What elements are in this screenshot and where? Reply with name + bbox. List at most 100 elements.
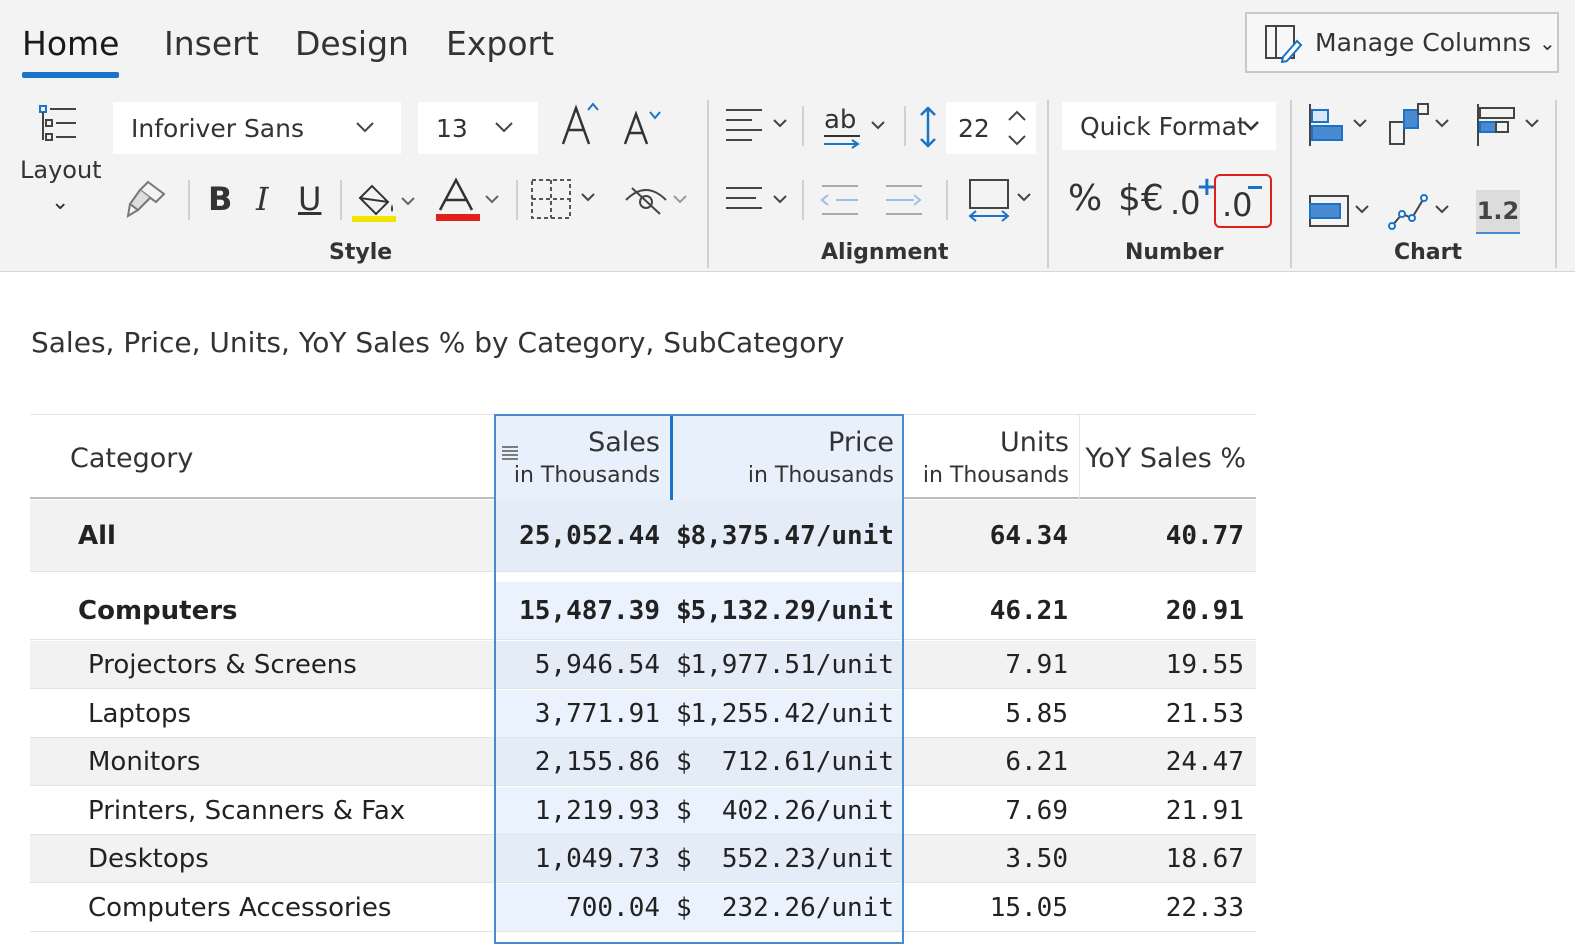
tab-export[interactable]: Export <box>446 24 554 63</box>
bar-in-cell-icon[interactable] <box>1306 188 1374 234</box>
yoy-sales-value[interactable]: 21.91 <box>1080 787 1256 834</box>
borders-icon[interactable] <box>528 176 602 222</box>
table-row[interactable]: Desktops 1,049.73 $552.23/unit 3.50 18.67 <box>30 835 1256 883</box>
sales-value[interactable]: 2,155.86 <box>494 738 670 785</box>
row-label[interactable]: All <box>78 500 494 571</box>
sales-value[interactable]: 3,771.91 <box>494 690 670 737</box>
row-label[interactable]: Printers, Scanners & Fax <box>88 787 494 834</box>
data-label-button[interactable]: 1.2 <box>1476 190 1520 234</box>
increase-decimal-button[interactable]: .0 + <box>1170 172 1218 222</box>
row-label[interactable]: Computers Accessories <box>88 884 494 931</box>
table-row[interactable]: Printers, Scanners & Fax 1,219.93 $402.26/… <box>30 787 1256 835</box>
header-sales[interactable]: Sales in Thousands <box>494 415 670 500</box>
header-category[interactable]: Category <box>30 415 494 500</box>
row-label[interactable]: Computers <box>78 582 494 639</box>
price-currency[interactable]: $ <box>676 787 706 834</box>
row-label[interactable]: Desktops <box>88 835 494 882</box>
horizontal-align-icon[interactable] <box>722 104 794 146</box>
row-label[interactable]: Laptops <box>88 690 494 737</box>
font-size-select[interactable]: 13 <box>418 102 538 154</box>
increase-indent-icon[interactable] <box>882 180 928 220</box>
price-value[interactable]: 232.26/unit <box>706 884 904 931</box>
font-color-icon[interactable] <box>434 176 506 224</box>
italic-icon[interactable]: I <box>256 180 269 218</box>
units-value[interactable]: 7.91 <box>904 641 1080 688</box>
tab-insert[interactable]: Insert <box>164 24 259 63</box>
table-row[interactable]: Monitors 2,155.86 $712.61/unit 6.21 24.47 <box>30 738 1256 786</box>
yoy-sales-value[interactable]: 24.47 <box>1080 738 1256 785</box>
manage-columns-label: Manage Columns <box>1315 28 1532 57</box>
sales-value[interactable]: 25,052.44 <box>494 500 670 571</box>
sales-value[interactable]: 700.04 <box>494 884 670 931</box>
fill-color-icon[interactable] <box>350 178 422 224</box>
row-label[interactable]: Monitors <box>88 738 494 785</box>
tab-design[interactable]: Design <box>295 24 409 63</box>
row-height-stepper[interactable]: 22 <box>946 102 1036 154</box>
price-currency[interactable]: $ <box>676 884 706 931</box>
units-value[interactable]: 46.21 <box>904 582 1080 639</box>
decrease-indent-icon[interactable] <box>818 180 864 220</box>
format-painter-icon[interactable] <box>124 176 170 222</box>
row-label[interactable]: Projectors & Screens <box>88 641 494 688</box>
price-value[interactable]: 1,255.42/unit <box>691 690 904 737</box>
ribbon: Home Insert Design Export Manage Columns… <box>0 0 1575 272</box>
header-units[interactable]: Units in Thousands <box>904 415 1080 500</box>
hide-icon[interactable] <box>622 180 694 220</box>
yoy-sales-value[interactable]: 19.55 <box>1080 641 1256 688</box>
price-value[interactable]: 712.61/unit <box>706 738 904 785</box>
units-value[interactable]: 64.34 <box>904 500 1080 571</box>
header-price[interactable]: Price in Thousands <box>670 415 904 500</box>
waterfall-chart-icon[interactable] <box>1386 102 1456 148</box>
yoy-sales-value[interactable]: 18.67 <box>1080 835 1256 882</box>
divider <box>802 106 804 146</box>
bar-chart-icon[interactable] <box>1306 102 1374 148</box>
units-value[interactable]: 6.21 <box>904 738 1080 785</box>
sales-value[interactable]: 15,487.39 <box>494 582 670 639</box>
vertical-align-icon[interactable] <box>722 180 794 220</box>
layout-label: Layout <box>20 156 102 184</box>
table-row-group[interactable]: Computers 15,487.39 $5,132.29/unit 46.21 20.… <box>30 582 1256 640</box>
quick-format-select[interactable]: Quick Format <box>1062 102 1276 150</box>
price-value[interactable]: 8,375.47/unit <box>691 500 904 571</box>
yoy-sales-value[interactable]: 20.91 <box>1080 582 1256 639</box>
table-row[interactable]: Computers Accessories 700.04 $232.26/unit 1… <box>30 884 1256 932</box>
yoy-sales-value[interactable]: 40.77 <box>1080 500 1256 571</box>
percent-format-button[interactable]: % <box>1068 178 1102 219</box>
tab-home[interactable]: Home <box>22 24 119 63</box>
table-row[interactable]: Laptops 3,771.91 $1,255.42/unit 5.85 21.53 <box>30 690 1256 738</box>
wrap-text-icon[interactable]: ab <box>820 104 892 150</box>
currency-format-button[interactable]: $€ <box>1118 178 1164 219</box>
stepper-arrows-icon[interactable] <box>1006 108 1028 148</box>
chevron-down-icon <box>495 122 513 133</box>
increase-font-size-icon[interactable] <box>558 100 604 148</box>
price-value[interactable]: 5,132.29/unit <box>691 582 904 639</box>
yoy-sales-value[interactable]: 21.53 <box>1080 690 1256 737</box>
price-value[interactable]: 552.23/unit <box>706 835 904 882</box>
column-width-icon[interactable] <box>964 176 1038 224</box>
layout-button[interactable]: Layout ⌄ <box>18 100 102 230</box>
units-value[interactable]: 5.85 <box>904 690 1080 737</box>
price-value[interactable]: 1,977.51/unit <box>691 641 904 688</box>
stacked-bar-icon[interactable] <box>1474 102 1548 148</box>
price-currency[interactable]: $ <box>676 738 706 785</box>
column-menu-icon[interactable] <box>500 443 520 463</box>
header-yoy-sales[interactable]: YoY Sales % <box>1080 415 1256 500</box>
sparkline-icon[interactable] <box>1386 188 1456 234</box>
decrease-decimal-button[interactable]: .0 <box>1214 174 1272 228</box>
table-row[interactable]: Projectors & Screens 5,946.54 $1,977.51/un… <box>30 641 1256 689</box>
sales-value[interactable]: 1,219.93 <box>494 787 670 834</box>
table-row-total[interactable]: All 25,052.44 $8,375.47/unit 64.34 40.77 <box>30 500 1256 572</box>
underline-icon[interactable]: U <box>298 180 321 218</box>
manage-columns-button[interactable]: Manage Columns ⌄ <box>1245 12 1559 73</box>
font-family-select[interactable]: Inforiver Sans <box>113 102 401 154</box>
decrease-font-size-icon[interactable] <box>620 106 666 148</box>
units-value[interactable]: 7.69 <box>904 787 1080 834</box>
price-currency[interactable]: $ <box>676 835 706 882</box>
sales-value[interactable]: 5,946.54 <box>494 641 670 688</box>
sales-value[interactable]: 1,049.73 <box>494 835 670 882</box>
yoy-sales-value[interactable]: 22.33 <box>1080 884 1256 931</box>
price-value[interactable]: 402.26/unit <box>706 787 904 834</box>
units-value[interactable]: 15.05 <box>904 884 1080 931</box>
bold-icon[interactable]: B <box>208 180 232 218</box>
units-value[interactable]: 3.50 <box>904 835 1080 882</box>
